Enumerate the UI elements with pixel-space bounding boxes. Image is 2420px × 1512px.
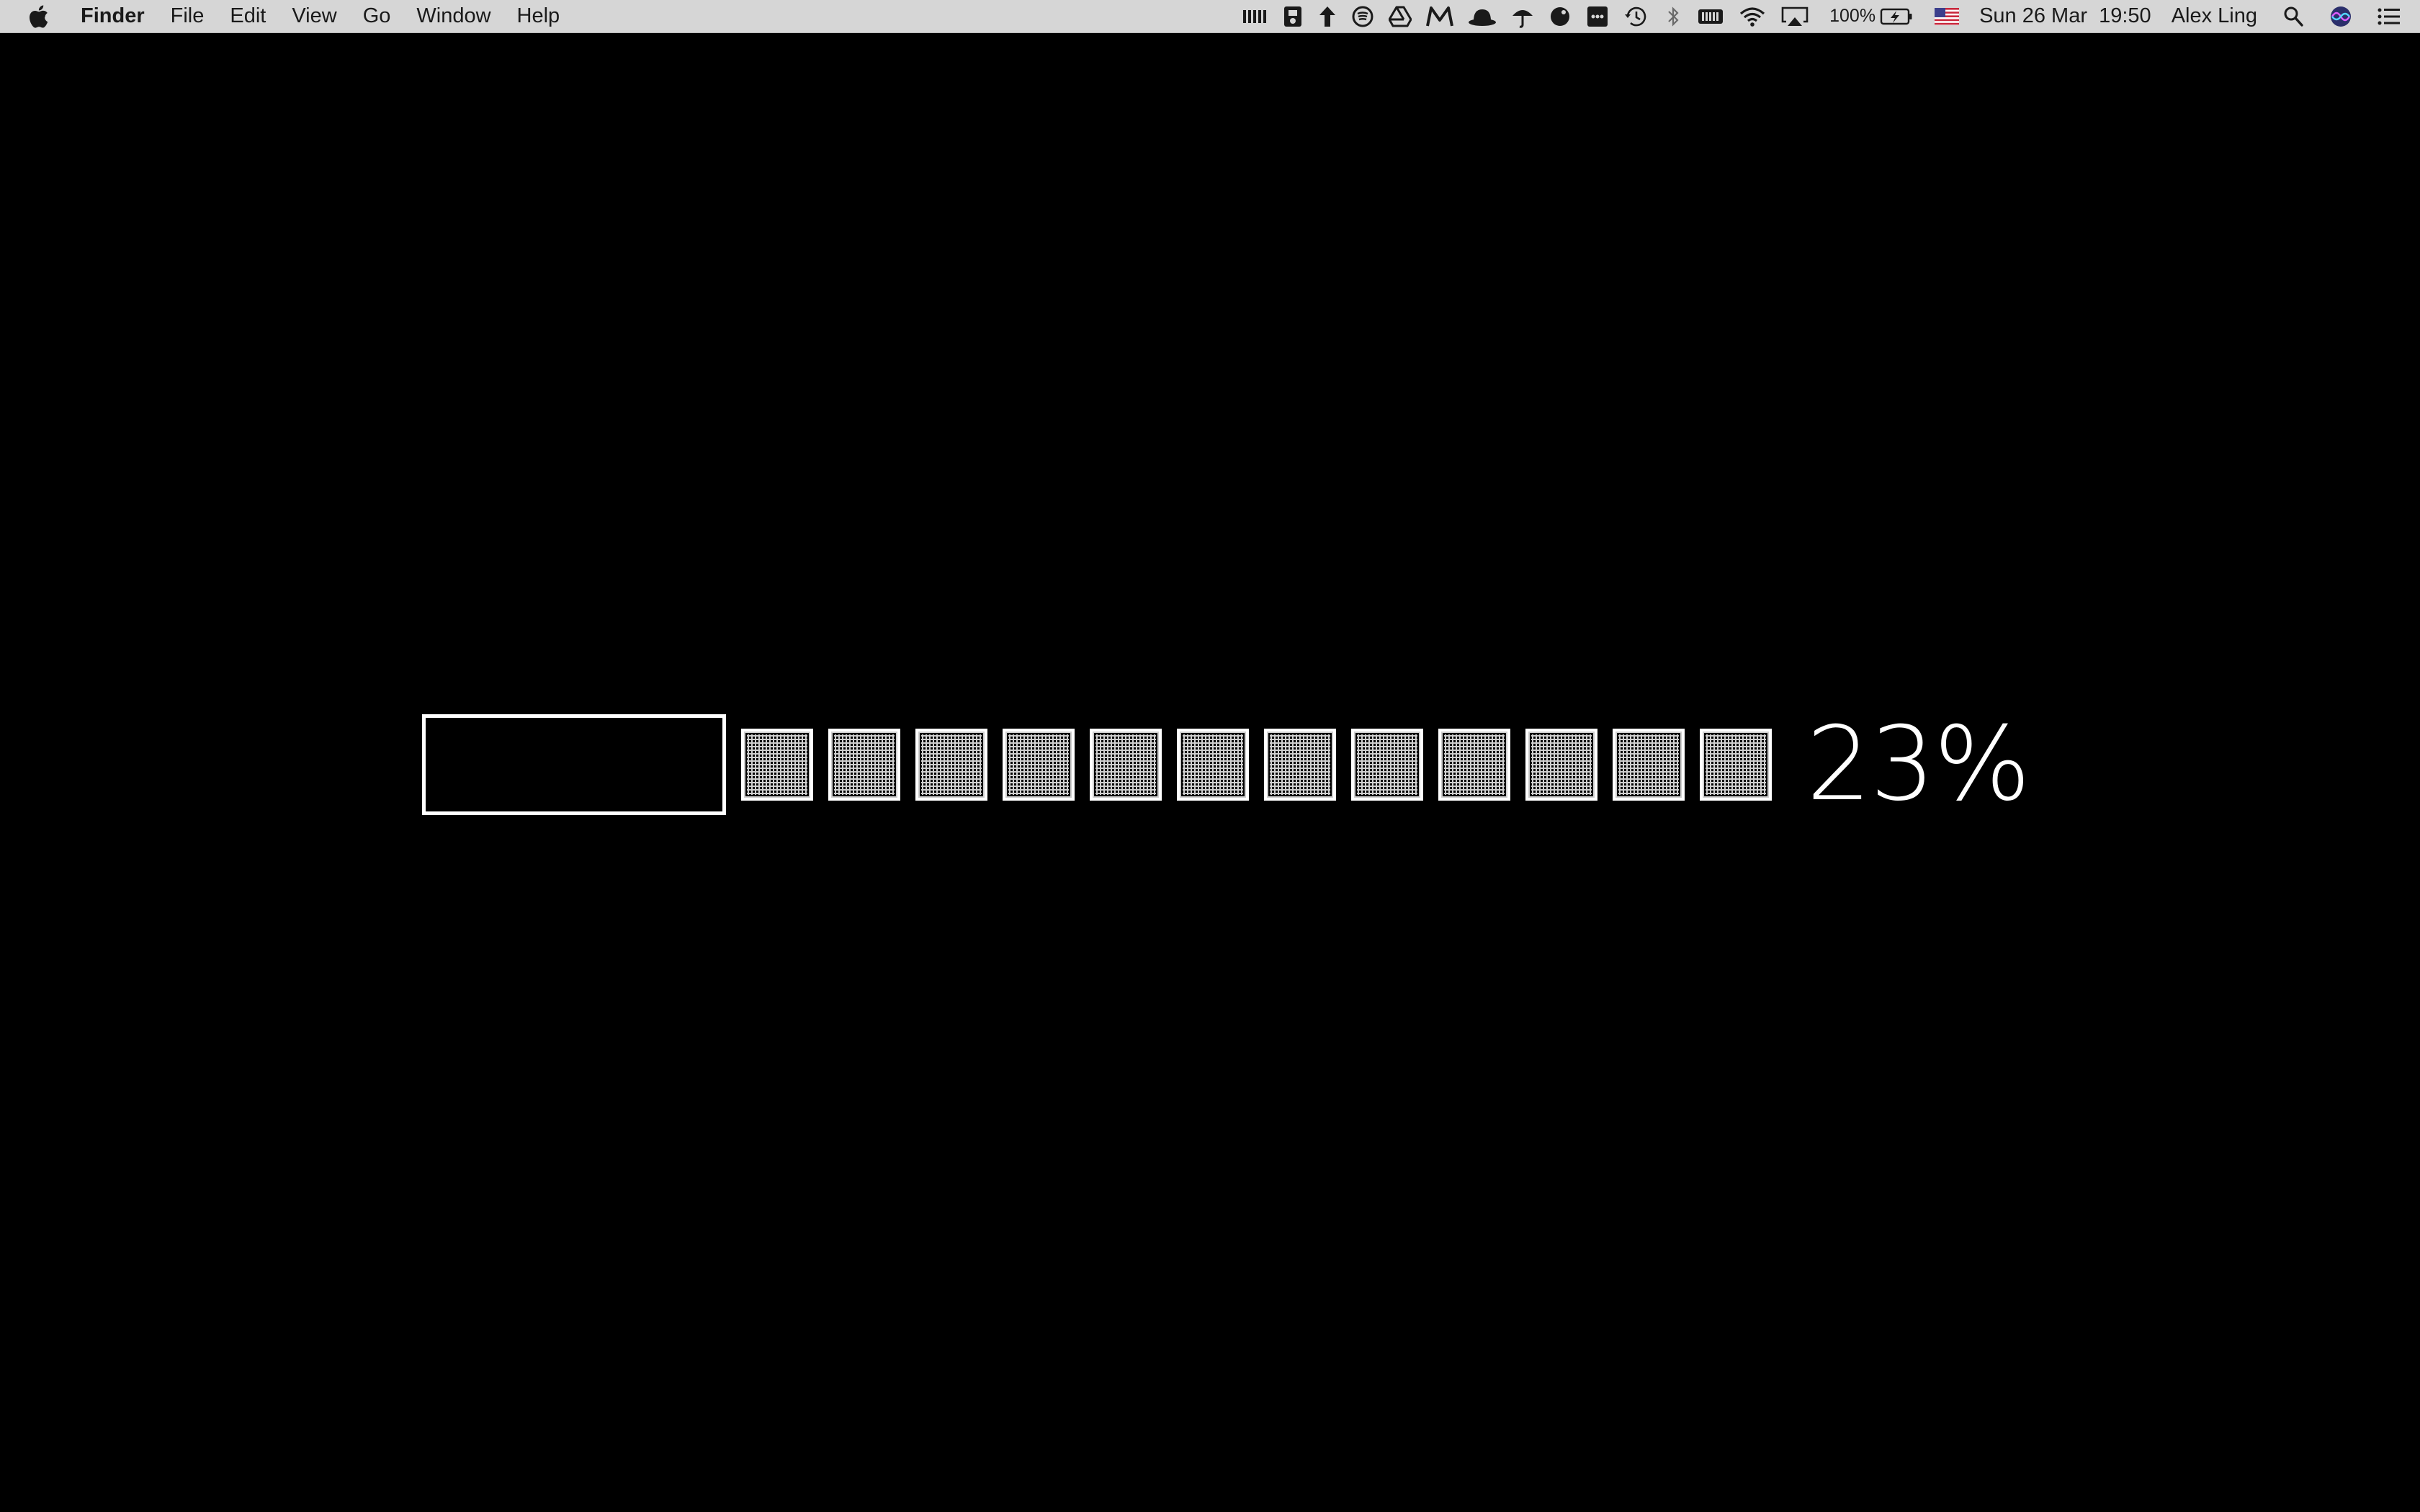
time-machine-icon[interactable] [1623,0,1649,33]
apple-logo-icon[interactable] [26,2,52,31]
progress-dot [580,769,592,781]
progress-dot [580,748,592,760]
menu-file[interactable]: File [171,4,205,28]
progress-segment-empty [1090,729,1162,801]
progress-dot [556,790,568,802]
barcode-icon[interactable] [1242,0,1268,33]
progress-segment-empty [1264,729,1336,801]
bluetooth-icon[interactable] [1664,0,1682,33]
spotify-icon[interactable] [1351,0,1374,33]
battery-icon[interactable] [1880,0,1913,33]
progress-dot [436,790,449,802]
progress-dot [604,727,616,739]
progress-dot [627,769,640,781]
progress-dot [484,727,496,739]
progress-segment-empty [1351,729,1423,801]
menu-bar-left: Finder File Edit View Go Window Help [0,0,586,33]
progress-percent-label: 23% [1806,705,2031,824]
progress-dot [556,748,568,760]
mega-icon[interactable] [1426,0,1454,33]
progress-dot [627,790,640,802]
progress-dot [627,748,640,760]
progress-dot [484,748,496,760]
progress-dot [676,748,688,760]
progress-segment-empty [828,729,900,801]
clock[interactable]: Sun 26 Mar 19:50 [1979,4,2151,28]
menu-edit[interactable]: Edit [230,4,266,28]
progress-dot [508,727,521,739]
progress-dot [676,790,688,802]
progress-dot [484,769,496,781]
progress-dot [532,727,544,739]
progress-dot [556,769,568,781]
progress-segment-empty [1525,729,1597,801]
wifi-icon[interactable] [1739,0,1766,33]
menu-view[interactable]: View [292,4,336,28]
battery-percent[interactable]: 100% [1829,6,1876,27]
menu-app-finder[interactable]: Finder [81,4,145,28]
progress-dot [699,769,712,781]
progress-dot [532,748,544,760]
progress-dot [460,790,472,802]
progress-dot [699,748,712,760]
progress-dot [580,790,592,802]
battery-status-icon[interactable] [1697,0,1724,33]
user-name[interactable]: Alex Ling [2172,4,2257,28]
progress-dot [460,748,472,760]
progress-dot [652,727,664,739]
progress-dot [508,769,521,781]
progress-dot [652,748,664,760]
progress-dot [699,790,712,802]
menu-help[interactable]: Help [517,4,560,28]
progress-dot [627,727,640,739]
menu-window[interactable]: Window [416,4,490,28]
dots-box-icon[interactable] [1586,0,1609,33]
google-drive-icon[interactable] [1389,0,1412,33]
progress-dot [436,769,449,781]
siri-icon[interactable] [2329,0,2352,33]
progress-segment-empty [915,729,987,801]
progress-dot [676,769,688,781]
round-shield-icon[interactable] [1549,0,1572,33]
progress-dot [604,748,616,760]
menu-go[interactable]: Go [363,4,391,28]
progress-segment-empty [1003,729,1075,801]
progress-dot [436,748,449,760]
progress-dot [580,727,592,739]
airplay-icon[interactable] [1780,0,1809,33]
progress-indicator: 23% [422,705,2031,824]
progress-dot [652,790,664,802]
progress-segment-dots [431,723,717,806]
progress-segment-empty [1613,729,1685,801]
progress-dot [460,769,472,781]
progress-segment-empty [1177,729,1249,801]
progress-dot [484,790,496,802]
progress-segment-filled [422,714,726,815]
progress-dot [508,748,521,760]
us-flag-icon[interactable] [1935,0,1960,33]
progress-segment-empty [1438,729,1510,801]
bowler-hat-icon[interactable] [1468,0,1497,33]
search-icon[interactable] [2283,0,2303,33]
progress-dot [676,727,688,739]
menu-bar: Finder File Edit View Go Window Help 100… [0,0,2420,33]
usb-drive-icon[interactable] [1282,0,1304,33]
upload-arrow-icon[interactable] [1318,0,1337,33]
menu-bar-right: 100% Sun 26 Mar 19:50 Alex Ling [1227,0,2420,33]
progress-dot [532,769,544,781]
progress-segment-empty [1700,729,1772,801]
progress-dot [556,727,568,739]
progress-segment-empty [741,729,813,801]
progress-dot [699,727,712,739]
progress-dot [604,790,616,802]
progress-dot [532,790,544,802]
notification-center-icon[interactable] [2377,0,2401,33]
progress-dot [460,727,472,739]
progress-dot [508,790,521,802]
progress-dot [604,769,616,781]
umbrella-icon[interactable] [1511,0,1534,33]
progress-dot [436,727,449,739]
progress-dot [652,769,664,781]
